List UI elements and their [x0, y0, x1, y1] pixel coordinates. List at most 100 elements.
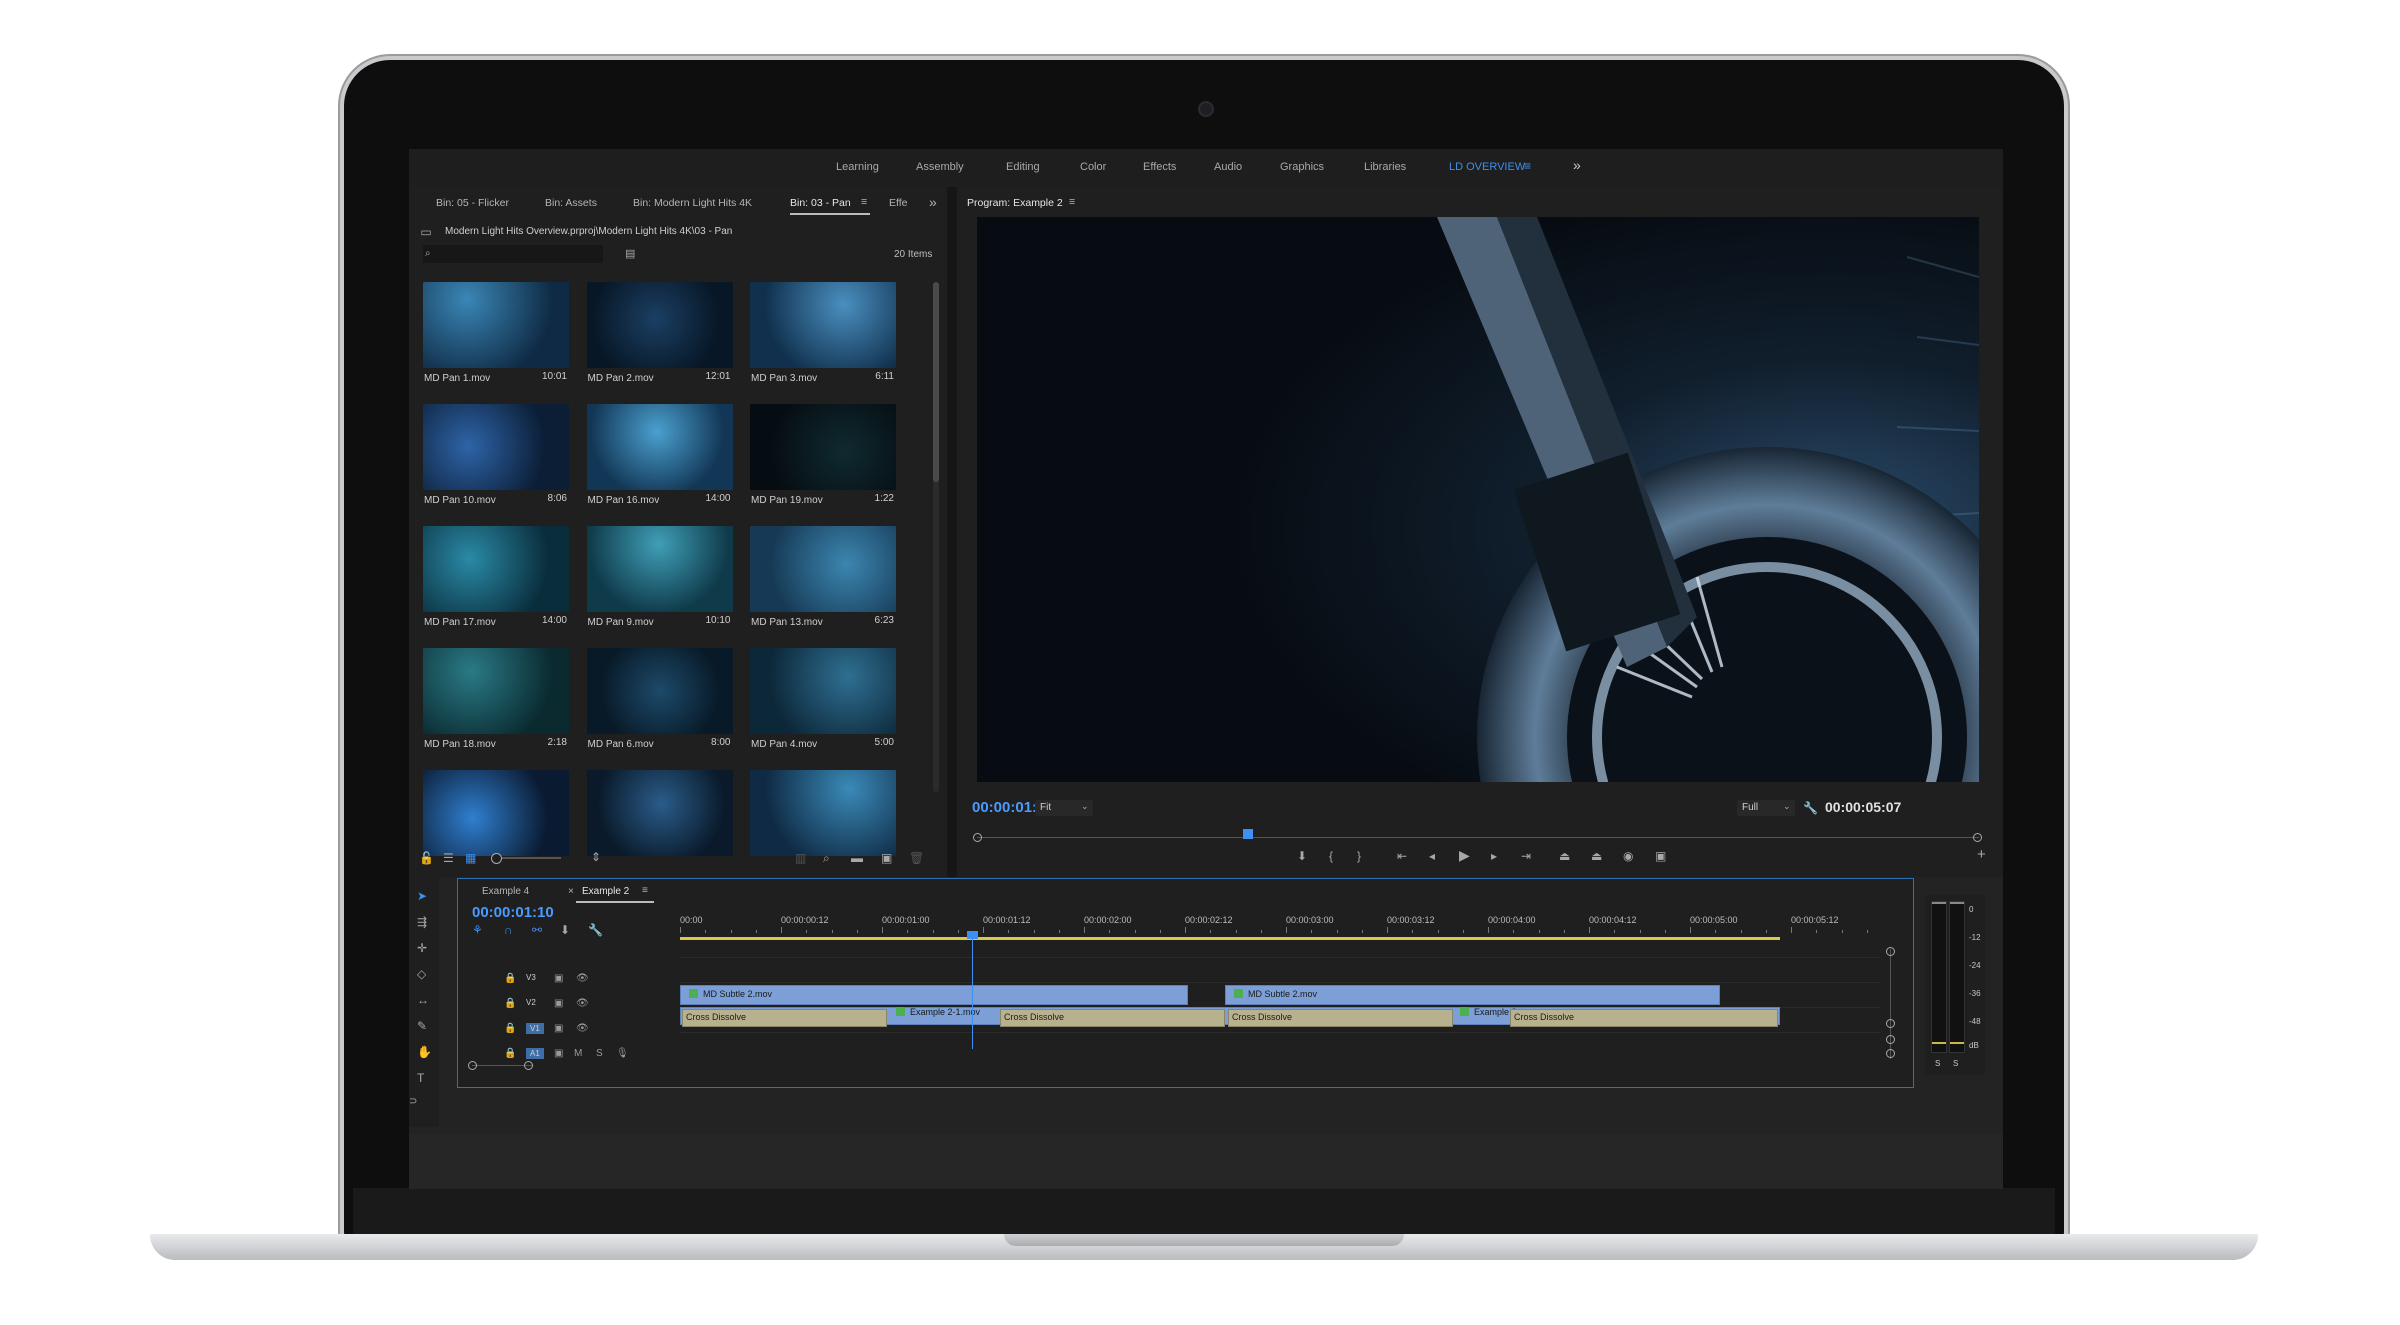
- track-label[interactable]: V1: [526, 1023, 544, 1034]
- work-area-bar[interactable]: [680, 937, 1780, 940]
- go-to-out-icon[interactable]: ⇥: [1521, 849, 1531, 863]
- clip-v2-md-subtle-2[interactable]: MD Subtle 2.mov: [680, 985, 1188, 1005]
- sequence-tab-example-4[interactable]: Example 4: [482, 886, 529, 897]
- sequence-tab-example-2[interactable]: Example 2: [582, 886, 629, 897]
- nest-icon[interactable]: ⚘: [472, 923, 483, 937]
- sort-icon[interactable]: ⇕: [591, 850, 601, 864]
- close-icon[interactable]: ×: [568, 886, 574, 897]
- workspace-tab-audio[interactable]: Audio: [1214, 161, 1242, 173]
- eye-icon[interactable]: 👁: [576, 998, 589, 1009]
- workspace-tab-assembly[interactable]: Assembly: [916, 161, 964, 173]
- list-view-icon[interactable]: ☰: [443, 851, 454, 865]
- workspace-tab-effects[interactable]: Effects: [1143, 161, 1176, 173]
- clip-thumbnail[interactable]: [586, 526, 733, 612]
- timeline-tracks-area[interactable]: 00:00 00:00:00:12 00:00:01:00 00:00:01:12 00…: [680, 915, 1880, 1065]
- zoom-handle-right[interactable]: [524, 1061, 533, 1070]
- transition-cross-dissolve[interactable]: Cross Dissolve: [1510, 1009, 1778, 1027]
- workspace-tab-color[interactable]: Color: [1080, 161, 1106, 173]
- workspace-tab-graphics[interactable]: Graphics: [1280, 161, 1324, 173]
- clip-thumbnail[interactable]: [750, 648, 896, 734]
- transition-cross-dissolve[interactable]: Cross Dissolve: [1000, 1009, 1225, 1027]
- slip-tool-icon[interactable]: ↔: [417, 993, 429, 1007]
- hamburger-icon[interactable]: ≡: [861, 196, 867, 208]
- scrollbar[interactable]: [933, 282, 939, 792]
- double-chevron-right-icon[interactable]: »: [1573, 157, 1581, 173]
- program-playhead[interactable]: [1242, 829, 1253, 839]
- tab-bin-03-pan[interactable]: Bin: 03 - Pan: [790, 197, 851, 209]
- lock-icon[interactable]: 🔒: [504, 1048, 516, 1059]
- vertical-scroll-handle[interactable]: [1886, 1019, 1895, 1028]
- vertical-scroll-handle[interactable]: [1886, 947, 1895, 956]
- ripple-edit-tool-icon[interactable]: ✛: [417, 941, 427, 955]
- lock-icon[interactable]: 🔒: [504, 1023, 516, 1034]
- timeline-playhead[interactable]: [966, 931, 978, 1049]
- clip-v2-md-subtle-2b[interactable]: MD Subtle 2.mov: [1225, 985, 1720, 1005]
- tab-bin-05-flicker[interactable]: Bin: 05 - Flicker: [436, 197, 509, 209]
- zoom-slider[interactable]: [495, 857, 561, 859]
- clip-thumbnail[interactable]: [750, 282, 896, 368]
- zoom-handle-left[interactable]: [468, 1061, 477, 1070]
- lock-icon[interactable]: 🔓: [419, 851, 434, 865]
- go-to-in-icon[interactable]: ⇤: [1397, 849, 1407, 863]
- icon-view-icon[interactable]: ▦: [465, 851, 476, 865]
- hand-tool-icon[interactable]: ✋: [417, 1045, 432, 1059]
- clip-v1-example-2-1[interactable]: Example 2-1.mov: [896, 1007, 980, 1017]
- clip-thumbnail[interactable]: [586, 404, 733, 490]
- clip-thumbnail[interactable]: [423, 282, 569, 368]
- time-ruler[interactable]: 00:00 00:00:00:12 00:00:01:00 00:00:01:12 00…: [680, 915, 1880, 937]
- scrollbar-thumb[interactable]: [933, 282, 939, 482]
- clip-thumbnail[interactable]: [750, 526, 896, 612]
- new-bin-icon[interactable]: ▬: [851, 851, 863, 865]
- eye-icon[interactable]: 👁: [576, 1023, 589, 1034]
- selection-tool-icon[interactable]: ➤: [417, 889, 427, 903]
- new-item-icon[interactable]: ▣: [881, 851, 892, 865]
- add-marker-icon[interactable]: ⬇: [560, 923, 570, 937]
- eye-icon[interactable]: 👁: [576, 973, 589, 984]
- transition-cross-dissolve[interactable]: Cross Dissolve: [682, 1009, 887, 1027]
- zoom-slider-handle[interactable]: [491, 853, 502, 864]
- lift-icon[interactable]: ⏏: [1559, 849, 1570, 863]
- scrubber-end-handle[interactable]: [1973, 833, 1982, 842]
- vertical-scroll-handle[interactable]: [1886, 1035, 1895, 1044]
- vertical-scroll-handle[interactable]: [1886, 1049, 1895, 1058]
- linked-selection-icon[interactable]: ⚯: [532, 923, 542, 937]
- clip-thumbnail[interactable]: [423, 648, 569, 734]
- solo-right-button[interactable]: S: [1953, 1059, 1958, 1068]
- toggle-sync-lock-icon[interactable]: ▣: [554, 998, 563, 1009]
- workspace-tab-libraries[interactable]: Libraries: [1364, 161, 1406, 173]
- lock-icon[interactable]: 🔒: [504, 973, 516, 984]
- razor-tool-icon[interactable]: ◇: [417, 967, 426, 981]
- mark-out-icon[interactable]: }: [1357, 849, 1361, 863]
- track-label[interactable]: A1: [526, 1048, 544, 1059]
- microphone-icon[interactable]: 🎙: [616, 1048, 629, 1059]
- workspace-tab-learning[interactable]: Learning: [836, 161, 879, 173]
- clip-v1-example-2[interactable]: Example 2: [1460, 1007, 1517, 1017]
- lock-icon[interactable]: 🔒: [504, 998, 516, 1009]
- program-scrubber[interactable]: [973, 829, 1982, 845]
- toggle-sync-lock-icon[interactable]: ▣: [554, 1048, 563, 1059]
- pen-tool-icon[interactable]: ✎: [417, 1019, 427, 1033]
- add-button-icon[interactable]: +: [1977, 847, 1986, 862]
- tab-effects[interactable]: Effe: [889, 197, 908, 209]
- workspace-tab-ld-overview[interactable]: LD OVERVIEW: [1449, 161, 1525, 173]
- wrench-icon[interactable]: 🔧: [588, 923, 603, 937]
- playhead-handle[interactable]: [966, 931, 978, 939]
- track-select-tool-icon[interactable]: ⇶: [417, 915, 427, 929]
- play-icon[interactable]: ▶: [1459, 848, 1470, 862]
- camera-icon[interactable]: ◉: [1623, 849, 1633, 863]
- clip-thumbnail[interactable]: [586, 648, 733, 734]
- find-icon[interactable]: ⌕: [823, 851, 830, 865]
- double-chevron-right-icon[interactable]: »: [929, 194, 937, 210]
- toggle-sync-lock-icon[interactable]: ▣: [554, 973, 563, 984]
- fit-dropdown[interactable]: Fit ⌄: [1035, 800, 1093, 816]
- clip-thumbnail[interactable]: [423, 404, 569, 490]
- wrench-icon[interactable]: 🔧: [1803, 801, 1818, 815]
- snap-icon[interactable]: ∩: [504, 923, 513, 937]
- toggle-sync-lock-icon[interactable]: ▣: [554, 1023, 563, 1034]
- tab-bin-assets[interactable]: Bin: Assets: [545, 197, 597, 209]
- step-forward-icon[interactable]: ▸: [1491, 849, 1497, 863]
- timeline-timecode[interactable]: 00:00:01:10: [472, 904, 554, 921]
- extract-icon[interactable]: ⏏: [1591, 849, 1602, 863]
- track-label[interactable]: V3: [526, 973, 536, 982]
- quality-dropdown[interactable]: Full ⌄: [1737, 800, 1795, 816]
